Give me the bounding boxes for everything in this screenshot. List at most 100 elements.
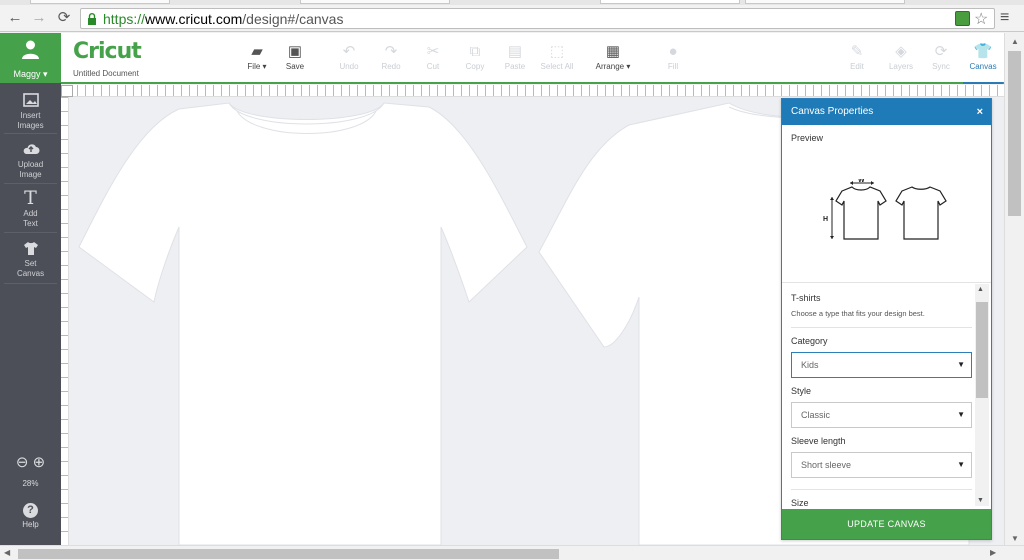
browser-tab-active[interactable] <box>600 0 740 4</box>
extension-icon[interactable] <box>955 11 970 26</box>
tshirt-icon <box>23 242 38 255</box>
tshirt-back-preview <box>895 186 947 240</box>
reload-icon[interactable]: ⟳ <box>55 9 73 27</box>
height-label: H <box>823 216 828 223</box>
ruler-corner[interactable] <box>61 85 73 97</box>
sync-icon: ⟳ <box>934 43 948 60</box>
toolbar-cut-button[interactable]: ✂ Cut <box>413 42 453 71</box>
scroll-down-icon[interactable]: ▼ <box>1011 534 1019 543</box>
size-label: Size <box>791 498 809 508</box>
scroll-right-icon[interactable]: ▶ <box>990 548 996 557</box>
cloud-upload-icon <box>23 144 39 154</box>
toolbar-save-button[interactable]: ▣ Save <box>275 42 315 71</box>
zoom-in-icon[interactable]: ⊕ <box>33 454 46 471</box>
scroll-down-icon[interactable]: ▼ <box>977 497 984 504</box>
width-label: W <box>858 179 865 184</box>
scroll-up-icon[interactable]: ▲ <box>977 286 984 293</box>
scrollbar-thumb[interactable] <box>1008 51 1021 216</box>
zoom-out-icon[interactable]: ⊖ <box>16 454 29 471</box>
design-toolbar: Cricut Untitled Document ▰ File ▾ ▣ Save ↶ Un… <box>61 33 1004 84</box>
document-name[interactable]: Untitled Document <box>73 69 139 78</box>
toolbar-arrange-button[interactable]: ▦ Arrange ▾ <box>593 42 633 71</box>
toolbar-undo-button[interactable]: ↶ Undo <box>329 42 369 71</box>
update-canvas-button[interactable]: UPDATE CANVAS <box>782 509 991 539</box>
divider <box>4 183 57 184</box>
tshirt-front-preview <box>835 186 887 240</box>
toolbar-select-all-button[interactable]: ⬚ Select All <box>537 42 577 71</box>
category-select[interactable]: Kids ▼ <box>791 352 972 378</box>
toolbar-sync-button[interactable]: ⟳ Sync <box>921 42 961 71</box>
browser-tab[interactable] <box>30 0 170 4</box>
toolbar-paste-button[interactable]: ▤ Paste <box>495 42 535 71</box>
user-menu[interactable]: Maggy ▾ <box>0 33 61 83</box>
url-host: www.cricut.com <box>145 11 243 27</box>
toolbar-button-label: Paste <box>504 62 526 71</box>
left-sidebar: Maggy ▾ Insert Images Upload Image T Add… <box>0 33 61 560</box>
back-icon[interactable]: ← <box>6 9 24 27</box>
sidebar-item-label: Set <box>24 259 37 268</box>
redo-icon: ↷ <box>384 43 398 60</box>
cut-icon: ✂ <box>426 43 440 60</box>
sidebar-item-set-canvas[interactable]: Set Canvas <box>0 239 61 279</box>
star-icon[interactable]: ☆ <box>974 9 988 29</box>
chevron-down-icon: ▼ <box>957 360 965 369</box>
file-icon: ▰ <box>251 43 263 60</box>
sidebar-item-label: Upload <box>17 160 44 169</box>
toolbar-redo-button[interactable]: ↷ Redo <box>371 42 411 71</box>
panel-title: Canvas Properties <box>791 106 874 117</box>
horizontal-scrollbar[interactable]: ◀ ▶ <box>0 545 1024 560</box>
help-button[interactable]: ? Help <box>0 503 61 529</box>
toolbar-button-label: Select All <box>540 62 574 71</box>
paste-icon: ▤ <box>507 43 523 60</box>
sidebar-item-label: Images <box>17 121 44 130</box>
browser-tab[interactable] <box>300 0 450 4</box>
tshirt-preview-diagram: W H <box>823 179 947 240</box>
sidebar-item-upload-image[interactable]: Upload Image <box>0 140 61 180</box>
toolbar-file-button[interactable]: ▰ File ▾ <box>237 42 277 71</box>
sidebar-item-add-text[interactable]: T Add Text <box>0 189 61 229</box>
vertical-scrollbar[interactable]: ▲ ▼ <box>1004 33 1024 545</box>
scroll-up-icon[interactable]: ▲ <box>1011 37 1019 46</box>
user-icon <box>22 40 39 59</box>
close-icon[interactable]: × <box>977 99 983 125</box>
divider <box>4 232 57 233</box>
toolbar-button-label: Layers <box>888 62 913 71</box>
panel-scrollbar[interactable]: ▲ ▼ <box>975 284 989 506</box>
user-name: Maggy ▾ <box>13 69 48 79</box>
category-label: Category <box>791 336 828 346</box>
browser-tab[interactable] <box>745 0 905 4</box>
scroll-left-icon[interactable]: ◀ <box>4 548 10 557</box>
canvas-icon: 👕 <box>973 43 993 60</box>
zoom-controls: ⊖ ⊕ 28% <box>0 453 61 488</box>
toolbar-button-label: Undo <box>339 62 359 71</box>
toolbar-fill-button[interactable]: ● Fill <box>653 42 693 71</box>
help-icon: ? <box>23 503 38 518</box>
hamburger-icon[interactable]: ≡ <box>1000 9 1009 27</box>
style-select[interactable]: Classic ▼ <box>791 402 972 428</box>
select-all-icon: ⬚ <box>549 43 565 60</box>
toolbar-canvas-button[interactable]: 👕 Canvas <box>963 42 1003 84</box>
url-scheme: https:// <box>103 11 146 27</box>
toolbar-button-label: Canvas <box>969 62 997 71</box>
cricut-logo: Cricut <box>73 39 142 64</box>
help-label: Help <box>22 520 39 529</box>
forward-icon[interactable]: → <box>30 9 48 27</box>
lock-icon <box>88 13 96 25</box>
toolbar-edit-button[interactable]: ✎ Edit <box>837 42 877 71</box>
toolbar-button-label: Fill <box>667 62 679 71</box>
toolbar-layers-button[interactable]: ◈ Layers <box>881 42 921 71</box>
ruler-horizontal <box>61 85 1004 97</box>
sidebar-item-insert-images[interactable]: Insert Images <box>0 91 61 131</box>
layers-icon: ◈ <box>895 43 907 60</box>
scrollbar-thumb[interactable] <box>18 549 559 559</box>
address-bar[interactable]: https://www.cricut.com/design#/canvas ☆ <box>80 8 995 29</box>
sleeve-length-label: Sleeve length <box>791 436 846 446</box>
zoom-level: 28% <box>22 479 39 488</box>
toolbar-button-label: Redo <box>381 62 401 71</box>
toolbar-copy-button[interactable]: ⧉ Copy <box>455 42 495 71</box>
section-hint: Choose a type that fits your design best… <box>791 309 925 318</box>
divider <box>791 489 972 490</box>
sleeve-length-select[interactable]: Short sleeve ▼ <box>791 452 972 478</box>
scrollbar-thumb[interactable] <box>976 302 988 398</box>
toolbar-button-label: Save <box>285 62 305 71</box>
